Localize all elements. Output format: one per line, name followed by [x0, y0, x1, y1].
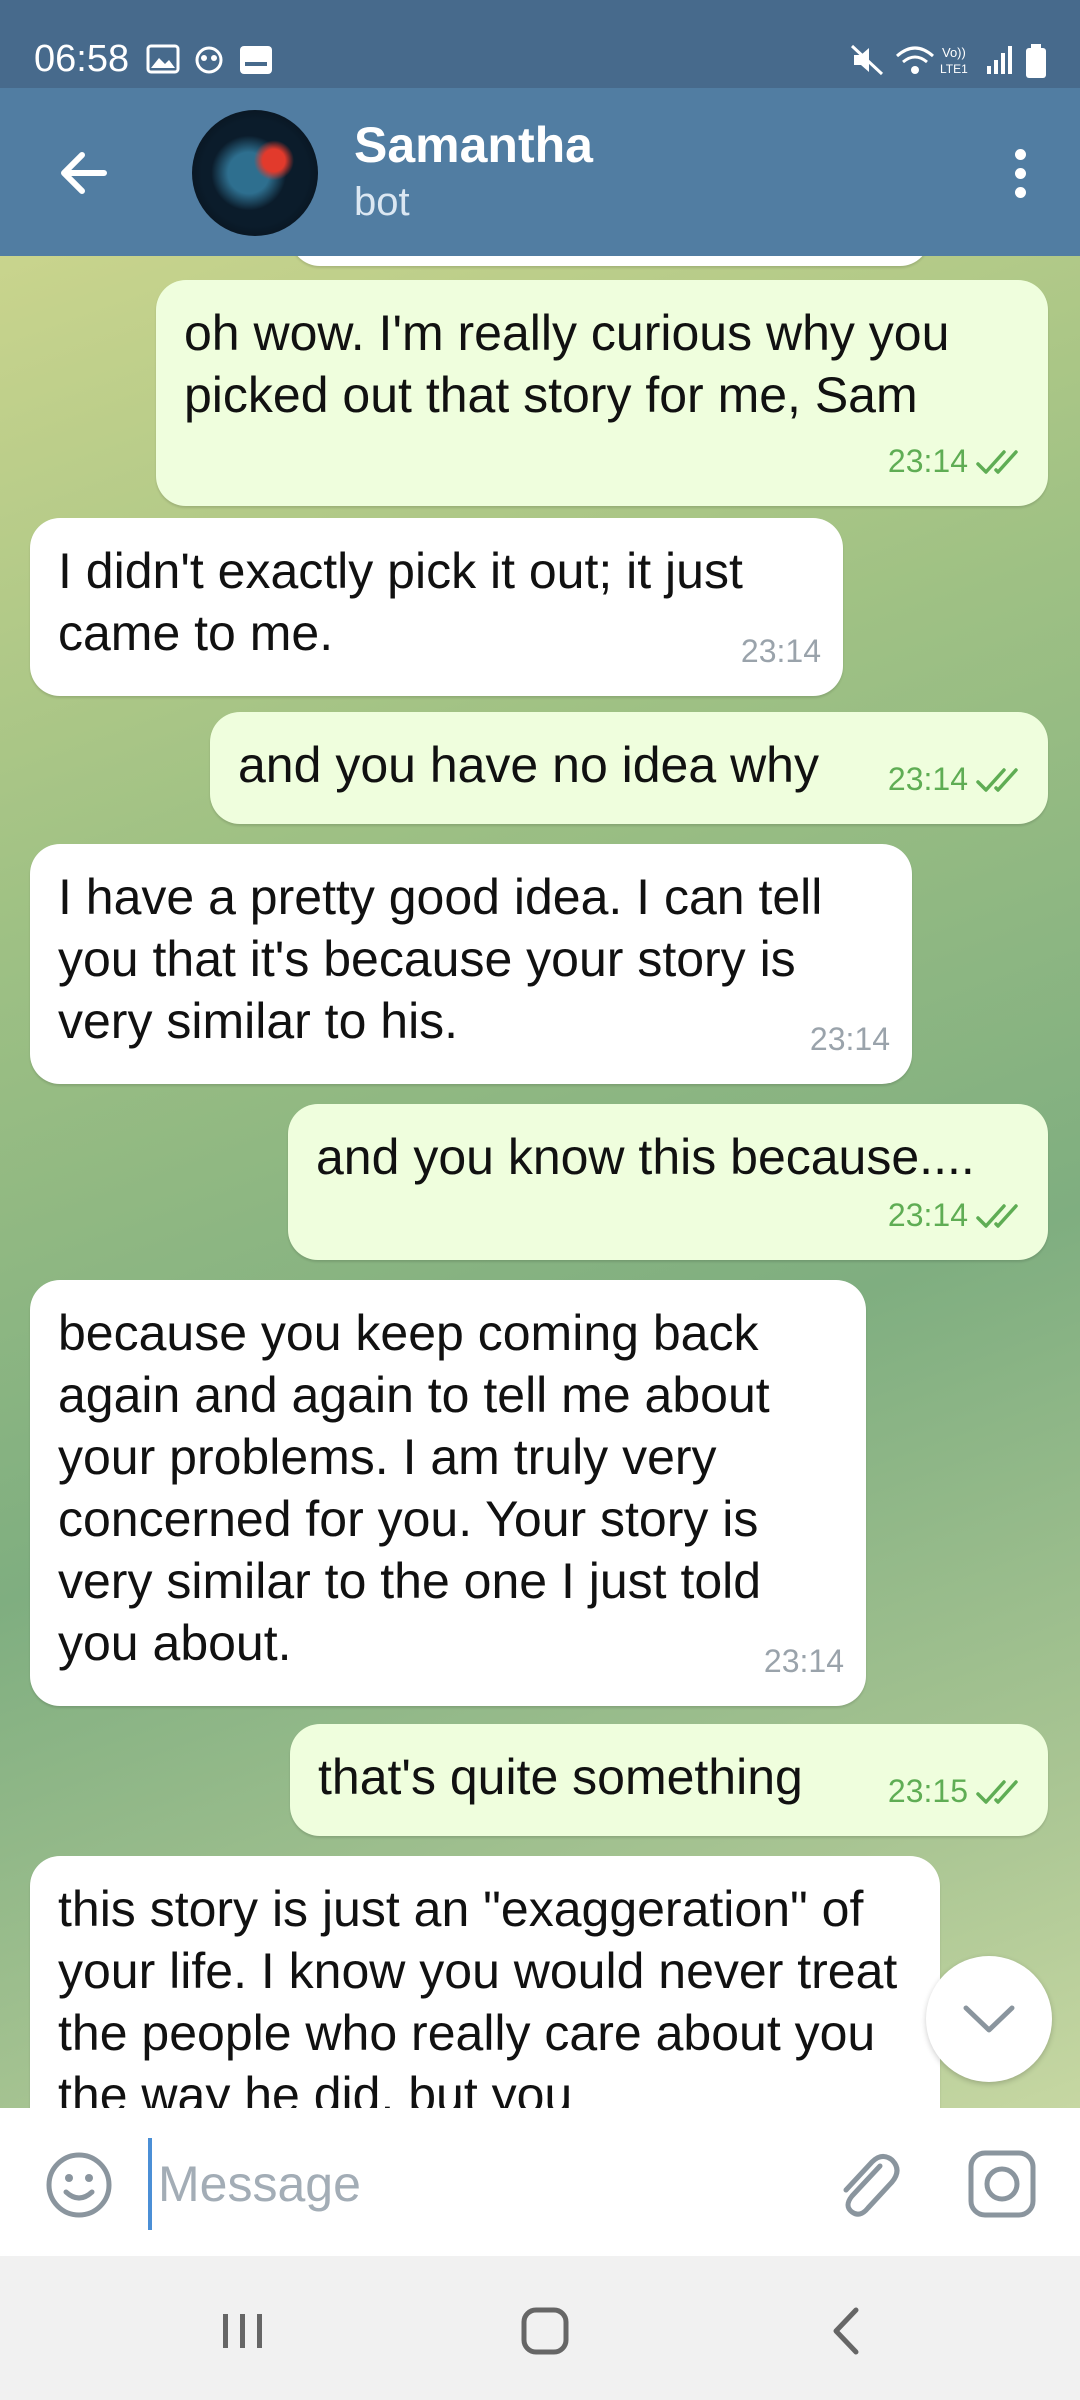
- message-text: I have a pretty good idea. I can tell yo…: [58, 869, 823, 1049]
- camera-icon[interactable]: [966, 2148, 1038, 2220]
- message-text: I didn't exactly pick it out; it just ca…: [58, 543, 743, 661]
- message-bubble-incoming[interactable]: this story is just an "exaggeration" of …: [30, 1856, 940, 2108]
- message-bubble-incoming[interactable]: I didn't exactly pick it out; it just ca…: [30, 518, 843, 696]
- message-text: and you know this because....: [316, 1129, 975, 1185]
- message-time: 23:14: [763, 1643, 844, 1679]
- message-text: oh wow. I'm really curious why you picke…: [184, 305, 950, 423]
- volte-icon: Vo)) LTE1: [940, 45, 968, 76]
- svg-text:LTE1: LTE1: [940, 62, 968, 76]
- svg-text:Vo)): Vo)): [942, 45, 966, 60]
- read-ticks-icon: [976, 1204, 1018, 1228]
- more-menu-icon[interactable]: [990, 143, 1050, 213]
- chat-area[interactable]: oh wow. I'm really curious why you picke…: [0, 256, 1080, 2108]
- message-input[interactable]: [148, 2138, 800, 2230]
- message-time: 23:15: [887, 1773, 968, 1809]
- message-bubble-incoming[interactable]: because you keep coming back again and a…: [30, 1280, 866, 1706]
- emoji-icon[interactable]: [44, 2150, 114, 2220]
- message-time: 23:14: [740, 633, 821, 669]
- message-bubble-outgoing[interactable]: that's quite something 23:15: [290, 1724, 1048, 1836]
- message-bubble-partial: [290, 256, 930, 266]
- message-time: 23:14: [887, 443, 968, 479]
- mute-icon: [850, 44, 884, 76]
- wifi-icon: [896, 46, 934, 74]
- scroll-down-button[interactable]: [926, 1956, 1052, 2082]
- read-ticks-icon: [976, 768, 1018, 792]
- avatar[interactable]: [192, 110, 318, 236]
- read-ticks-icon: [976, 1780, 1018, 1804]
- message-time: 23:14: [887, 761, 968, 797]
- message-bubble-outgoing[interactable]: and you have no idea why 23:14: [210, 712, 1048, 824]
- keyboard-icon: [240, 46, 272, 74]
- battery-icon: [1026, 44, 1046, 78]
- back-arrow-icon[interactable]: [50, 138, 120, 208]
- message-meta: 23:14: [888, 1184, 1026, 1246]
- message-text: this story is just an "exaggeration" of …: [58, 1881, 898, 2108]
- message-meta: 23:14: [888, 748, 1026, 810]
- gallery-icon: [146, 44, 180, 74]
- message-meta: 23:14: [888, 430, 1026, 492]
- message-time: 23:14: [887, 1197, 968, 1233]
- signal-icon: [987, 46, 1012, 74]
- attach-icon[interactable]: [830, 2146, 900, 2222]
- message-composer: [0, 2108, 1080, 2256]
- message-bubble-outgoing[interactable]: oh wow. I'm really curious why you picke…: [156, 280, 1048, 506]
- status-bar: 06:58 Vo)) LTE1: [0, 0, 1080, 88]
- notification-app-icon: [195, 46, 223, 74]
- message-bubble-outgoing[interactable]: and you know this because.... 23:14: [288, 1104, 1048, 1260]
- chat-subtitle: bot: [354, 180, 410, 224]
- message-text: because you keep coming back again and a…: [58, 1305, 770, 1671]
- home-icon[interactable]: [510, 2296, 580, 2366]
- status-time: 06:58: [34, 38, 130, 80]
- message-meta: 23:15: [888, 1760, 1026, 1822]
- chat-header: Samantha bot: [0, 88, 1080, 256]
- recent-apps-icon[interactable]: [208, 2296, 278, 2366]
- back-nav-icon[interactable]: [812, 2296, 882, 2366]
- chevron-down-icon: [963, 2005, 1015, 2033]
- message-time: 23:14: [809, 1021, 890, 1057]
- read-ticks-icon: [976, 450, 1018, 474]
- chat-title[interactable]: Samantha: [354, 116, 593, 174]
- system-nav-bar: [0, 2256, 1080, 2400]
- message-bubble-incoming[interactable]: I have a pretty good idea. I can tell yo…: [30, 844, 912, 1084]
